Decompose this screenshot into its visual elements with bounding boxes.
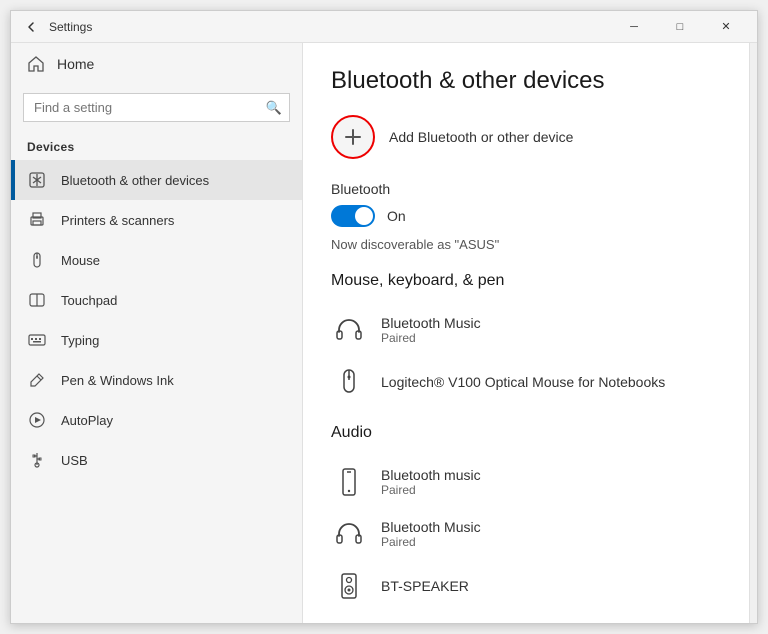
titlebar: Settings ─ □ ✕ bbox=[11, 11, 757, 43]
device-info-logitech: Logitech® V100 Optical Mouse for Noteboo… bbox=[381, 374, 665, 390]
sidebar-item-printers[interactable]: Printers & scanners bbox=[11, 200, 302, 240]
sidebar-label-usb: USB bbox=[61, 453, 88, 468]
toggle-knob bbox=[355, 207, 373, 225]
sidebar-label-printers: Printers & scanners bbox=[61, 213, 174, 228]
headphones-icon bbox=[331, 312, 367, 348]
mouse-device-icon bbox=[331, 364, 367, 400]
scrollbar[interactable] bbox=[749, 43, 757, 623]
bluetooth-toggle-row: On bbox=[331, 205, 721, 227]
sidebar-section-title: Devices bbox=[11, 130, 302, 160]
search-icon: 🔍 bbox=[266, 100, 282, 116]
back-button[interactable] bbox=[19, 15, 43, 39]
sidebar-item-touchpad[interactable]: Touchpad bbox=[11, 280, 302, 320]
usb-icon bbox=[27, 450, 47, 470]
device-item-logitech-mouse[interactable]: Logitech® V100 Optical Mouse for Noteboo… bbox=[331, 356, 721, 408]
typing-icon bbox=[27, 330, 47, 350]
window-controls: ─ □ ✕ bbox=[611, 11, 749, 43]
device-item-bluetooth-music-kb[interactable]: Bluetooth Music Paired bbox=[331, 304, 721, 356]
audio-section-title: Audio bbox=[331, 424, 721, 442]
printers-icon bbox=[27, 210, 47, 230]
add-device-label: Add Bluetooth or other device bbox=[389, 129, 573, 145]
device-info-bt-music-headphones: Bluetooth Music Paired bbox=[381, 519, 481, 549]
device-item-bt-music-headphones[interactable]: Bluetooth Music Paired bbox=[331, 508, 721, 560]
device-item-bt-music-phone[interactable]: Bluetooth music Paired bbox=[331, 456, 721, 508]
sidebar-search[interactable]: 🔍 bbox=[23, 93, 290, 122]
sidebar-item-mouse[interactable]: Mouse bbox=[11, 240, 302, 280]
device-info-bt-speaker: BT-SPEAKER bbox=[381, 578, 469, 594]
touchpad-icon bbox=[27, 290, 47, 310]
speaker-icon bbox=[331, 568, 367, 604]
sidebar-label-typing: Typing bbox=[61, 333, 99, 348]
titlebar-title: Settings bbox=[49, 20, 92, 34]
maximize-button[interactable]: □ bbox=[657, 11, 703, 43]
mouse-icon bbox=[27, 250, 47, 270]
device-name-bt-music: Bluetooth music bbox=[381, 467, 481, 483]
device-name-bt-speaker: BT-SPEAKER bbox=[381, 578, 469, 594]
device-name-logitech: Logitech® V100 Optical Mouse for Noteboo… bbox=[381, 374, 665, 390]
bluetooth-toggle[interactable] bbox=[331, 205, 375, 227]
sidebar-label-touchpad: Touchpad bbox=[61, 293, 117, 308]
page-title: Bluetooth & other devices bbox=[331, 67, 721, 95]
sidebar-item-bluetooth[interactable]: Bluetooth & other devices bbox=[11, 160, 302, 200]
add-device-circle-icon bbox=[331, 115, 375, 159]
device-name: Bluetooth Music bbox=[381, 315, 481, 331]
main-content: Bluetooth & other devices Add Bluetooth … bbox=[303, 43, 749, 623]
device-info-bluetooth-music-kb: Bluetooth Music Paired bbox=[381, 315, 481, 345]
pen-icon bbox=[27, 370, 47, 390]
window-content: Home 🔍 Devices Bluetooth & other d bbox=[11, 43, 757, 623]
bluetooth-toggle-state: On bbox=[387, 208, 406, 224]
home-icon bbox=[27, 55, 45, 73]
minimize-button[interactable]: ─ bbox=[611, 11, 657, 43]
sidebar-item-home[interactable]: Home bbox=[11, 43, 302, 85]
phone-icon bbox=[331, 464, 367, 500]
bluetooth-section-label: Bluetooth bbox=[331, 181, 721, 197]
discoverable-text: Now discoverable as "ASUS" bbox=[331, 237, 721, 252]
sidebar-label-pen: Pen & Windows Ink bbox=[61, 373, 174, 388]
sidebar-item-usb[interactable]: USB bbox=[11, 440, 302, 480]
device-status: Paired bbox=[381, 331, 481, 345]
autoplay-icon bbox=[27, 410, 47, 430]
headphones-audio-icon bbox=[331, 516, 367, 552]
device-status-bt-music-2: Paired bbox=[381, 535, 481, 549]
sidebar-label-mouse: Mouse bbox=[61, 253, 100, 268]
device-status-bt-music: Paired bbox=[381, 483, 481, 497]
device-item-bt-speaker[interactable]: BT-SPEAKER bbox=[331, 560, 721, 612]
sidebar-home-label: Home bbox=[57, 56, 94, 72]
sidebar-label-bluetooth: Bluetooth & other devices bbox=[61, 173, 209, 188]
sidebar: Home 🔍 Devices Bluetooth & other d bbox=[11, 43, 303, 623]
sidebar-item-typing[interactable]: Typing bbox=[11, 320, 302, 360]
search-input[interactable] bbox=[23, 93, 290, 122]
sidebar-item-autoplay[interactable]: AutoPlay bbox=[11, 400, 302, 440]
device-info-bt-music-phone: Bluetooth music Paired bbox=[381, 467, 481, 497]
sidebar-label-autoplay: AutoPlay bbox=[61, 413, 113, 428]
settings-window: Settings ─ □ ✕ Home 🔍 Devices bbox=[10, 10, 758, 624]
bluetooth-icon bbox=[27, 170, 47, 190]
close-button[interactable]: ✕ bbox=[703, 11, 749, 43]
device-name-bt-music-2: Bluetooth Music bbox=[381, 519, 481, 535]
mouse-keyboard-section-title: Mouse, keyboard, & pen bbox=[331, 272, 721, 290]
sidebar-item-pen[interactable]: Pen & Windows Ink bbox=[11, 360, 302, 400]
add-device-button[interactable]: Add Bluetooth or other device bbox=[331, 115, 721, 159]
